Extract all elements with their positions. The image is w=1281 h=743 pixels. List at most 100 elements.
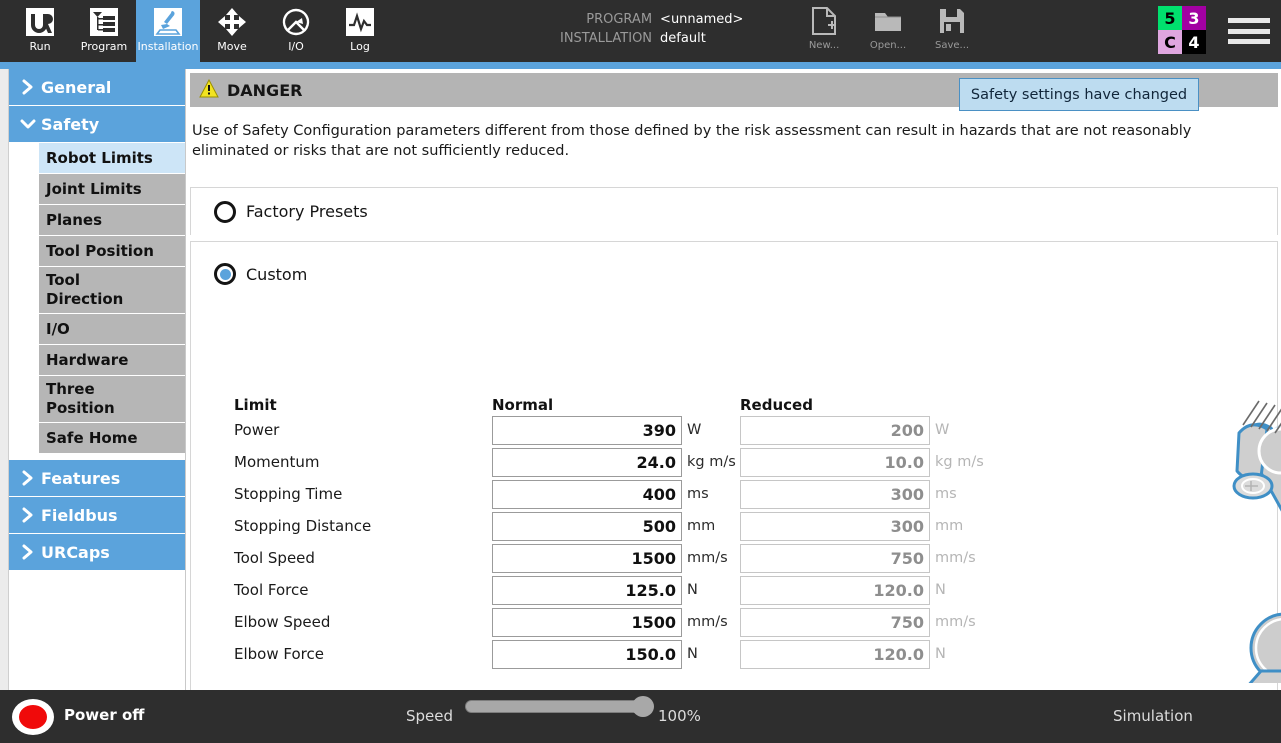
sidebar-item-hardware[interactable]: Hardware	[39, 345, 185, 376]
tab-run-label: Run	[29, 40, 51, 53]
power-status-icon[interactable]	[12, 699, 54, 735]
unit-label: N	[935, 646, 946, 662]
elbow-force-normal-input[interactable]: 150.0	[492, 639, 682, 669]
new-button[interactable]: New...	[792, 4, 856, 62]
open-button[interactable]: Open...	[856, 4, 920, 62]
sidebar-item-label: I/O	[46, 319, 70, 338]
sidebar-item-three-position[interactable]: Three Position	[39, 376, 185, 423]
unit-label: mm/s	[935, 550, 976, 566]
normal-cell: 150.0 N	[492, 639, 740, 669]
power-reduced-input[interactable]: 200	[740, 415, 930, 445]
reduced-cell: 200 W	[740, 415, 988, 445]
sidebar-item-tool-position[interactable]: Tool Position	[39, 236, 185, 267]
sidebar-item-io[interactable]: I/O	[39, 314, 185, 345]
tab-installation[interactable]: Installation	[136, 0, 200, 62]
power-normal-input[interactable]: 390	[492, 415, 682, 445]
toolbar-accent-underline	[0, 62, 1281, 69]
speed-slider-knob[interactable]	[632, 696, 654, 717]
momentum-reduced-input[interactable]: 10.0	[740, 447, 930, 477]
save-button[interactable]: Save...	[920, 4, 984, 62]
tab-move[interactable]: Move	[200, 0, 264, 62]
custom-limits-panel: Custom Limit Normal Reduced Power 390 W …	[190, 241, 1278, 691]
sidebar-item-label: Safe Home	[46, 428, 138, 447]
safety-status-indicator[interactable]: 5 3 C 4	[1158, 6, 1206, 54]
reduced-cell: 10.0 kg m/s	[740, 447, 988, 477]
sidebar-item-robot-limits[interactable]: Robot Limits	[39, 143, 185, 174]
hamburger-line	[1228, 39, 1270, 44]
status-square-3: C	[1158, 30, 1182, 54]
custom-option[interactable]: Custom	[191, 263, 1277, 285]
danger-title: DANGER	[227, 80, 303, 100]
tab-installation-label: Installation	[137, 40, 199, 53]
stopping-time-reduced-input[interactable]: 300	[740, 479, 930, 509]
status-square-4: 4	[1182, 30, 1206, 54]
tool-speed-normal-input[interactable]: 1500	[492, 543, 682, 573]
unit-label: mm/s	[687, 550, 728, 566]
elbow-speed-reduced-input[interactable]: 750	[740, 607, 930, 637]
hamburger-menu-icon[interactable]	[1228, 14, 1270, 48]
tab-program-label: Program	[80, 40, 128, 53]
row-label: Elbow Speed	[234, 613, 331, 631]
sidebar-item-tool-direction[interactable]: Tool Direction	[39, 267, 185, 314]
sidebar-group-fieldbus[interactable]: Fieldbus	[9, 497, 185, 533]
sidebar-group-general[interactable]: General	[9, 69, 185, 105]
simulation-label: Simulation	[1113, 707, 1193, 725]
unit-label: mm	[687, 518, 716, 534]
sidebar-group-safety[interactable]: Safety	[9, 106, 185, 142]
chevron-right-icon	[15, 502, 41, 528]
power-status-label: Power off	[64, 706, 145, 724]
sidebar-item-safe-home[interactable]: Safe Home	[39, 423, 185, 454]
sidebar-group-fieldbus-label: Fieldbus	[41, 505, 118, 525]
table-row: Elbow Force 150.0 N 120.0 N	[234, 638, 1194, 670]
sidebar-item-label: Planes	[46, 210, 103, 229]
save-button-label: Save...	[935, 40, 970, 51]
normal-cell: 24.0 kg m/s	[492, 447, 740, 477]
speed-slider-track[interactable]	[465, 700, 653, 713]
file-area: PROGRAM <unnamed> INSTALLATION default New…	[560, 0, 984, 62]
column-header-normal: Normal	[492, 396, 554, 414]
stopping-distance-normal-input[interactable]: 500	[492, 511, 682, 541]
momentum-normal-input[interactable]: 24.0	[492, 447, 682, 477]
sidebar-group-urcaps-label: URCaps	[41, 542, 110, 562]
sidebar-group-features[interactable]: Features	[9, 460, 185, 496]
factory-presets-panel: Factory Presets	[190, 187, 1278, 235]
row-label: Tool Force	[234, 581, 309, 599]
sidebar-item-planes[interactable]: Planes	[39, 205, 185, 236]
tool-force-normal-input[interactable]: 125.0	[492, 575, 682, 605]
program-row: PROGRAM <unnamed>	[560, 10, 770, 29]
tool-force-reduced-input[interactable]: 120.0	[740, 575, 930, 605]
tab-io[interactable]: I/O	[264, 0, 328, 62]
open-button-label: Open...	[869, 40, 907, 51]
main-content: DANGER Safety settings have changed Use …	[187, 69, 1281, 743]
sidebar-group-urcaps[interactable]: URCaps	[9, 534, 185, 570]
tab-log-label: Log	[350, 40, 370, 53]
reduced-cell: 750 mm/s	[740, 607, 988, 637]
tooltip-text: Safety settings have changed	[970, 86, 1188, 103]
unit-label: mm/s	[687, 614, 728, 630]
stopping-distance-reduced-input[interactable]: 300	[740, 511, 930, 541]
table-row: Power 390 W 200 W	[234, 414, 1194, 446]
table-row: Elbow Speed 1500 mm/s 750 mm/s	[234, 606, 1194, 638]
unit-label: N	[687, 646, 698, 662]
row-label: Power	[234, 421, 280, 439]
sidebar-item-joint-limits[interactable]: Joint Limits	[39, 174, 185, 205]
log-graph-icon	[342, 5, 378, 39]
factory-presets-radio[interactable]	[214, 200, 236, 223]
tab-program[interactable]: Program	[72, 0, 136, 62]
speed-label: Speed	[406, 707, 454, 725]
custom-radio[interactable]	[214, 263, 236, 285]
elbow-force-reduced-input[interactable]: 120.0	[740, 639, 930, 669]
chevron-right-icon	[15, 465, 41, 491]
installation-row: INSTALLATION default	[560, 29, 770, 48]
factory-presets-label: Factory Presets	[246, 202, 368, 221]
tab-log[interactable]: Log	[328, 0, 392, 62]
installation-key: INSTALLATION	[560, 31, 653, 46]
unit-label: W	[935, 422, 950, 438]
tool-speed-reduced-input[interactable]: 750	[740, 543, 930, 573]
move-arrows-icon	[214, 5, 250, 39]
factory-presets-option[interactable]: Factory Presets	[191, 200, 368, 223]
reduced-cell: 300 ms	[740, 479, 988, 509]
tab-run[interactable]: Run	[8, 0, 72, 62]
elbow-speed-normal-input[interactable]: 1500	[492, 607, 682, 637]
stopping-time-normal-input[interactable]: 400	[492, 479, 682, 509]
